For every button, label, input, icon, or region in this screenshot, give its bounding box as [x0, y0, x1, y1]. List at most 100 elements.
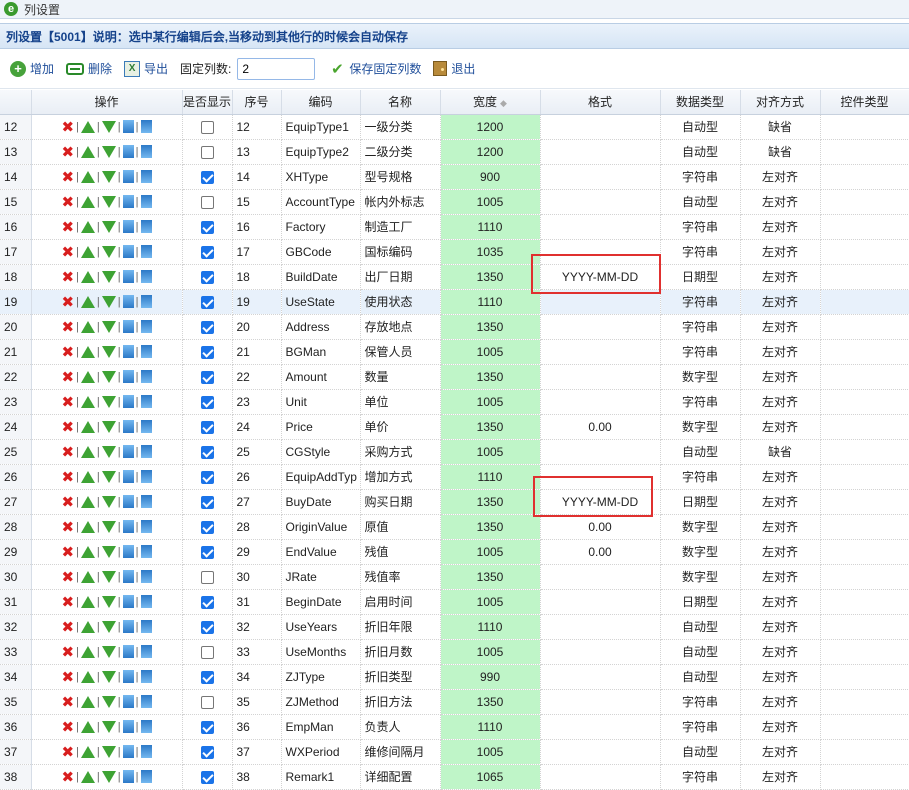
delete-row-icon[interactable]: ✖ — [61, 493, 74, 511]
format-cell[interactable] — [540, 664, 661, 690]
align-cell[interactable]: 左对齐 — [740, 689, 821, 715]
code-cell[interactable]: Unit — [281, 389, 361, 415]
align-cell[interactable]: 左对齐 — [740, 589, 821, 615]
move-down-icon[interactable] — [101, 545, 116, 558]
col-header-width[interactable]: 宽度 ◆ — [440, 90, 541, 115]
seq-cell[interactable]: 29 — [232, 539, 282, 565]
width-cell[interactable]: 1110 — [440, 714, 541, 740]
format-cell[interactable] — [540, 214, 661, 240]
format-cell[interactable] — [540, 589, 661, 615]
control-type-cell[interactable] — [820, 289, 909, 315]
visible-checkbox[interactable] — [200, 170, 214, 184]
move-top-icon[interactable] — [122, 470, 134, 483]
code-cell[interactable]: Address — [281, 314, 361, 340]
format-cell[interactable] — [540, 164, 661, 190]
code-cell[interactable]: Remark1 — [281, 764, 361, 790]
delete-row-icon[interactable]: ✖ — [61, 193, 74, 211]
move-down-icon[interactable] — [101, 195, 116, 208]
visible-checkbox[interactable] — [200, 620, 214, 634]
table-row[interactable]: 35 ✖ | | | | 35 ZJMethod 折旧方法 1350 字符串 左对齐 — [0, 689, 909, 715]
seq-cell[interactable]: 22 — [232, 364, 282, 390]
table-row[interactable]: 12 ✖ | | | | 12 EquipType1 一级分类 1200 自动型 缺省 — [0, 114, 909, 140]
control-type-cell[interactable] — [820, 589, 909, 615]
visible-checkbox[interactable] — [200, 445, 214, 459]
delete-row-icon[interactable]: ✖ — [61, 118, 74, 136]
name-cell[interactable]: 折旧月数 — [360, 639, 441, 665]
move-top-icon[interactable] — [122, 195, 134, 208]
move-down-icon[interactable] — [101, 770, 116, 783]
format-cell[interactable] — [540, 314, 661, 340]
move-up-icon[interactable] — [80, 270, 95, 283]
delete-row-icon[interactable]: ✖ — [61, 643, 74, 661]
format-cell[interactable] — [540, 639, 661, 665]
move-top-icon[interactable] — [122, 320, 134, 333]
move-bottom-icon[interactable] — [140, 370, 152, 383]
move-top-icon[interactable] — [122, 495, 134, 508]
format-cell[interactable] — [540, 564, 661, 590]
delete-row-icon[interactable]: ✖ — [61, 318, 74, 336]
width-cell[interactable]: 1005 — [440, 639, 541, 665]
move-bottom-icon[interactable] — [140, 470, 152, 483]
width-cell[interactable]: 1005 — [440, 189, 541, 215]
seq-cell[interactable]: 32 — [232, 614, 282, 640]
name-cell[interactable]: 购买日期 — [360, 489, 441, 515]
col-header-visible[interactable]: 是否显示 — [182, 90, 233, 115]
table-row[interactable]: 16 ✖ | | | | 16 Factory 制造工厂 1110 字符串 左对齐 — [0, 214, 909, 240]
code-cell[interactable]: BGMan — [281, 339, 361, 365]
seq-cell[interactable]: 34 — [232, 664, 282, 690]
move-down-icon[interactable] — [101, 670, 116, 683]
seq-cell[interactable]: 28 — [232, 514, 282, 540]
move-down-icon[interactable] — [101, 720, 116, 733]
table-row[interactable]: 22 ✖ | | | | 22 Amount 数量 1350 数字型 左对齐 — [0, 364, 909, 390]
delete-row-icon[interactable]: ✖ — [61, 443, 74, 461]
delete-row-icon[interactable]: ✖ — [61, 768, 74, 786]
move-down-icon[interactable] — [101, 470, 116, 483]
code-cell[interactable]: Amount — [281, 364, 361, 390]
align-cell[interactable]: 左对齐 — [740, 239, 821, 265]
width-cell[interactable]: 1005 — [440, 589, 541, 615]
control-type-cell[interactable] — [820, 439, 909, 465]
table-row[interactable]: 17 ✖ | | | | 17 GBCode 国标编码 1035 字符串 左对齐 — [0, 239, 909, 265]
seq-cell[interactable]: 17 — [232, 239, 282, 265]
format-cell[interactable] — [540, 439, 661, 465]
control-type-cell[interactable] — [820, 114, 909, 140]
visible-checkbox[interactable] — [200, 395, 214, 409]
move-up-icon[interactable] — [80, 545, 95, 558]
format-cell[interactable] — [540, 189, 661, 215]
datatype-cell[interactable]: 字符串 — [660, 214, 741, 240]
name-cell[interactable]: 保管人员 — [360, 339, 441, 365]
datatype-cell[interactable]: 字符串 — [660, 689, 741, 715]
move-up-icon[interactable] — [80, 145, 95, 158]
control-type-cell[interactable] — [820, 714, 909, 740]
table-row[interactable]: 38 ✖ | | | | 38 Remark1 详细配置 1065 字符串 左对齐 — [0, 764, 909, 790]
code-cell[interactable]: Price — [281, 414, 361, 440]
visible-checkbox[interactable] — [200, 495, 214, 509]
col-header-align[interactable]: 对齐方式 — [740, 90, 821, 115]
add-button[interactable]: + 增加 — [10, 60, 54, 77]
move-up-icon[interactable] — [80, 170, 95, 183]
move-up-icon[interactable] — [80, 520, 95, 533]
move-top-icon[interactable] — [122, 570, 134, 583]
align-cell[interactable]: 左对齐 — [740, 539, 821, 565]
visible-checkbox[interactable] — [200, 670, 214, 684]
datatype-cell[interactable]: 日期型 — [660, 589, 741, 615]
seq-cell[interactable]: 18 — [232, 264, 282, 290]
datatype-cell[interactable]: 自动型 — [660, 664, 741, 690]
move-up-icon[interactable] — [80, 245, 95, 258]
move-up-icon[interactable] — [80, 420, 95, 433]
datatype-cell[interactable]: 字符串 — [660, 164, 741, 190]
control-type-cell[interactable] — [820, 164, 909, 190]
control-type-cell[interactable] — [820, 339, 909, 365]
align-cell[interactable]: 左对齐 — [740, 189, 821, 215]
datatype-cell[interactable]: 字符串 — [660, 764, 741, 790]
move-top-icon[interactable] — [122, 120, 134, 133]
code-cell[interactable]: AccountType — [281, 189, 361, 215]
move-bottom-icon[interactable] — [140, 395, 152, 408]
control-type-cell[interactable] — [820, 564, 909, 590]
move-down-icon[interactable] — [101, 420, 116, 433]
delete-row-icon[interactable]: ✖ — [61, 143, 74, 161]
format-cell[interactable] — [540, 764, 661, 790]
seq-cell[interactable]: 14 — [232, 164, 282, 190]
visible-checkbox[interactable] — [200, 770, 214, 784]
width-cell[interactable]: 1110 — [440, 464, 541, 490]
